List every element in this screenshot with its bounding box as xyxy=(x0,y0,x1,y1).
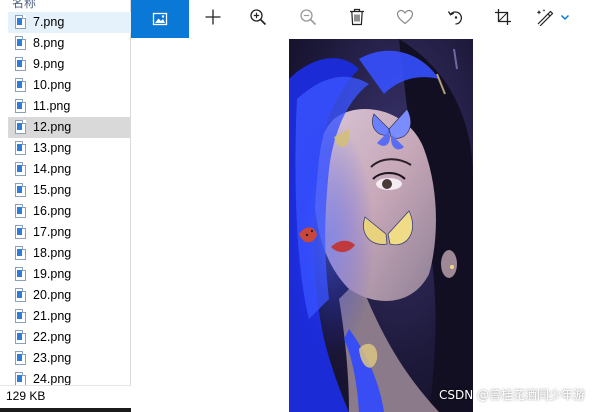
png-file-icon xyxy=(15,246,26,260)
file-item[interactable]: 22.png xyxy=(8,327,131,348)
png-file-icon xyxy=(15,372,26,386)
portrait-image xyxy=(289,39,473,412)
delete-icon xyxy=(350,8,364,26)
file-item[interactable]: 19.png xyxy=(8,264,131,285)
png-file-icon xyxy=(15,120,26,134)
zoom-in-icon xyxy=(250,9,267,26)
png-file-icon xyxy=(15,57,26,71)
zoom-out-icon xyxy=(300,9,317,26)
file-item[interactable]: 20.png xyxy=(8,285,131,306)
chevron-down-icon xyxy=(560,14,570,21)
file-name: 12.png xyxy=(33,120,72,134)
file-item[interactable]: 16.png xyxy=(8,201,131,222)
viewer-toolbar xyxy=(131,0,599,38)
add-icon xyxy=(205,9,221,25)
file-name: 8.png xyxy=(33,36,65,50)
zoom-out-button[interactable] xyxy=(285,0,331,34)
file-name: 13.png xyxy=(33,141,72,155)
png-file-icon xyxy=(15,99,26,113)
rotate-icon xyxy=(447,11,462,25)
edit-icon xyxy=(536,9,554,26)
file-name: 10.png xyxy=(33,78,72,92)
png-file-icon xyxy=(15,78,26,92)
file-item[interactable]: 17.png xyxy=(8,222,131,243)
file-name: 18.png xyxy=(33,246,72,260)
file-item[interactable]: 8.png xyxy=(8,33,131,54)
rotate-button[interactable] xyxy=(433,0,479,34)
file-name: 17.png xyxy=(33,225,72,239)
file-item[interactable]: 18.png xyxy=(8,243,131,264)
file-item[interactable]: 14.png xyxy=(8,159,131,180)
photo-viewer: CSDN @曾桂花酒同少年游 xyxy=(131,0,599,412)
file-item[interactable]: 9.png xyxy=(8,54,131,75)
crop-icon xyxy=(495,9,511,25)
png-file-icon xyxy=(15,141,26,155)
file-item[interactable]: 7.png xyxy=(8,12,131,33)
png-file-icon xyxy=(15,351,26,365)
file-name: 19.png xyxy=(33,267,72,281)
file-name: 21.png xyxy=(33,309,72,323)
file-item[interactable]: 12.png xyxy=(8,117,131,138)
png-file-icon xyxy=(15,183,26,197)
file-item[interactable]: 13.png xyxy=(8,138,131,159)
file-name: 15.png xyxy=(33,183,72,197)
png-file-icon xyxy=(15,204,26,218)
delete-button[interactable] xyxy=(334,0,380,34)
file-item[interactable]: 23.png xyxy=(8,348,131,369)
file-item[interactable]: 10.png xyxy=(8,75,131,96)
displayed-photo[interactable] xyxy=(289,39,473,412)
favorite-button[interactable] xyxy=(382,0,428,34)
png-file-icon xyxy=(15,162,26,176)
file-name: 23.png xyxy=(33,351,72,365)
window-bottom-edge xyxy=(0,408,131,412)
gallery-button[interactable] xyxy=(131,0,189,38)
file-name: 9.png xyxy=(33,57,65,71)
png-file-icon xyxy=(15,288,26,302)
file-explorer-pane: 名称 7.png 8.png 9.png 10.png 11.png 12.png 13.p… xyxy=(0,0,131,412)
watermark-text: CSDN @曾桂花酒同少年游 xyxy=(438,388,585,402)
file-name: 22.png xyxy=(33,330,72,344)
name-column-header[interactable]: 名称 xyxy=(12,0,36,11)
png-file-icon xyxy=(15,309,26,323)
png-file-icon xyxy=(15,330,26,344)
file-name: 24.png xyxy=(33,372,72,386)
add-button[interactable] xyxy=(190,0,236,34)
crop-button[interactable] xyxy=(480,0,526,34)
file-name: 7.png xyxy=(33,15,65,29)
file-item[interactable]: 21.png xyxy=(8,306,131,327)
selected-file-size: 129 KB xyxy=(6,389,46,403)
file-item[interactable]: 15.png xyxy=(8,180,131,201)
png-file-icon xyxy=(15,225,26,239)
png-file-icon xyxy=(15,15,26,29)
file-name: 11.png xyxy=(33,99,71,113)
file-list: 7.png 8.png 9.png 10.png 11.png 12.png 13.png 1… xyxy=(8,12,131,390)
file-name: 16.png xyxy=(33,204,72,218)
file-name: 20.png xyxy=(33,288,72,302)
file-name: 14.png xyxy=(33,162,72,176)
png-file-icon xyxy=(15,36,26,50)
favorite-icon xyxy=(396,9,414,25)
zoom-in-button[interactable] xyxy=(235,0,281,34)
gallery-icon xyxy=(152,12,168,26)
edit-menu-button[interactable] xyxy=(525,0,581,34)
file-item[interactable]: 11.png xyxy=(8,96,131,117)
png-file-icon xyxy=(15,267,26,281)
